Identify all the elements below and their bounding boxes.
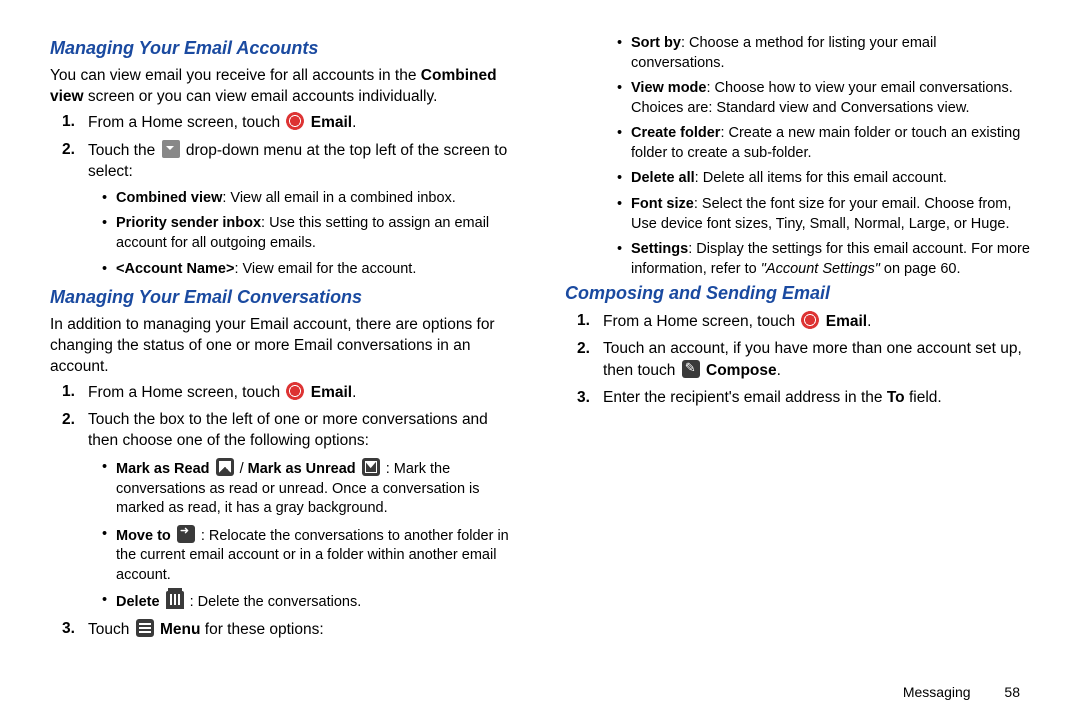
- page-columns: Managing Your Email Accounts You can vie…: [50, 34, 1030, 654]
- steps-composing: 1. From a Home screen, touch Email. 2. T…: [565, 311, 1030, 409]
- list-item: Move to : Relocate the conversations to …: [102, 525, 515, 586]
- step-item: 1. From a Home screen, touch Email.: [62, 382, 515, 404]
- options-list: Mark as Read / Mark as Unread : Mark the…: [88, 458, 515, 613]
- heading-managing-conversations: Managing Your Email Conversations: [50, 285, 515, 309]
- move-to-icon: [177, 525, 195, 543]
- list-item: Priority sender inbox: Use this setting …: [102, 214, 515, 253]
- list-item: Font size: Select the font size for your…: [617, 195, 1030, 234]
- intro-accounts: You can view email you receive for all a…: [50, 66, 515, 108]
- email-icon: [801, 311, 819, 329]
- list-item: Create folder: Create a new main folder …: [617, 124, 1030, 163]
- heading-managing-accounts: Managing Your Email Accounts: [50, 36, 515, 60]
- list-item: <Account Name>: View email for the accou…: [102, 260, 515, 280]
- steps-accounts: 1. From a Home screen, touch Email. 2. T…: [50, 112, 515, 279]
- step-item: 1. From a Home screen, touch Email.: [62, 112, 515, 134]
- options-list: Combined view: View all email in a combi…: [88, 189, 515, 279]
- list-item: Settings: Display the settings for this …: [617, 240, 1030, 279]
- list-item: Mark as Read / Mark as Unread : Mark the…: [102, 458, 515, 519]
- menu-options-list: Sort by: Choose a method for listing you…: [603, 34, 1030, 279]
- delete-icon: [166, 591, 184, 609]
- step-item: 3. Enter the recipient's email address i…: [577, 388, 1030, 409]
- step-item: 1. From a Home screen, touch Email.: [577, 311, 1030, 333]
- footer-page-number: 58: [1004, 684, 1020, 700]
- mark-unread-icon: [362, 458, 380, 476]
- email-icon: [286, 112, 304, 130]
- menu-icon: [136, 619, 154, 637]
- dropdown-icon: [162, 140, 180, 158]
- step-item: 2. Touch the drop-down menu at the top l…: [62, 140, 515, 279]
- list-item: Delete : Delete the conversations.: [102, 591, 515, 613]
- heading-composing: Composing and Sending Email: [565, 281, 1030, 305]
- step-item: 2. Touch the box to the left of one or m…: [62, 410, 515, 613]
- intro-conversations: In addition to managing your Email accou…: [50, 315, 515, 378]
- mark-read-icon: [216, 458, 234, 476]
- list-item: Delete all: Delete all items for this em…: [617, 169, 1030, 189]
- list-item: View mode: Choose how to view your email…: [617, 79, 1030, 118]
- list-item: Sort by: Choose a method for listing you…: [617, 34, 1030, 73]
- step-item: 2. Touch an account, if you have more th…: [577, 339, 1030, 382]
- footer-chapter: Messaging: [903, 684, 971, 700]
- list-item: Combined view: View all email in a combi…: [102, 189, 515, 209]
- page-footer: Messaging 58: [903, 683, 1020, 702]
- email-icon: [286, 382, 304, 400]
- compose-icon: [682, 360, 700, 378]
